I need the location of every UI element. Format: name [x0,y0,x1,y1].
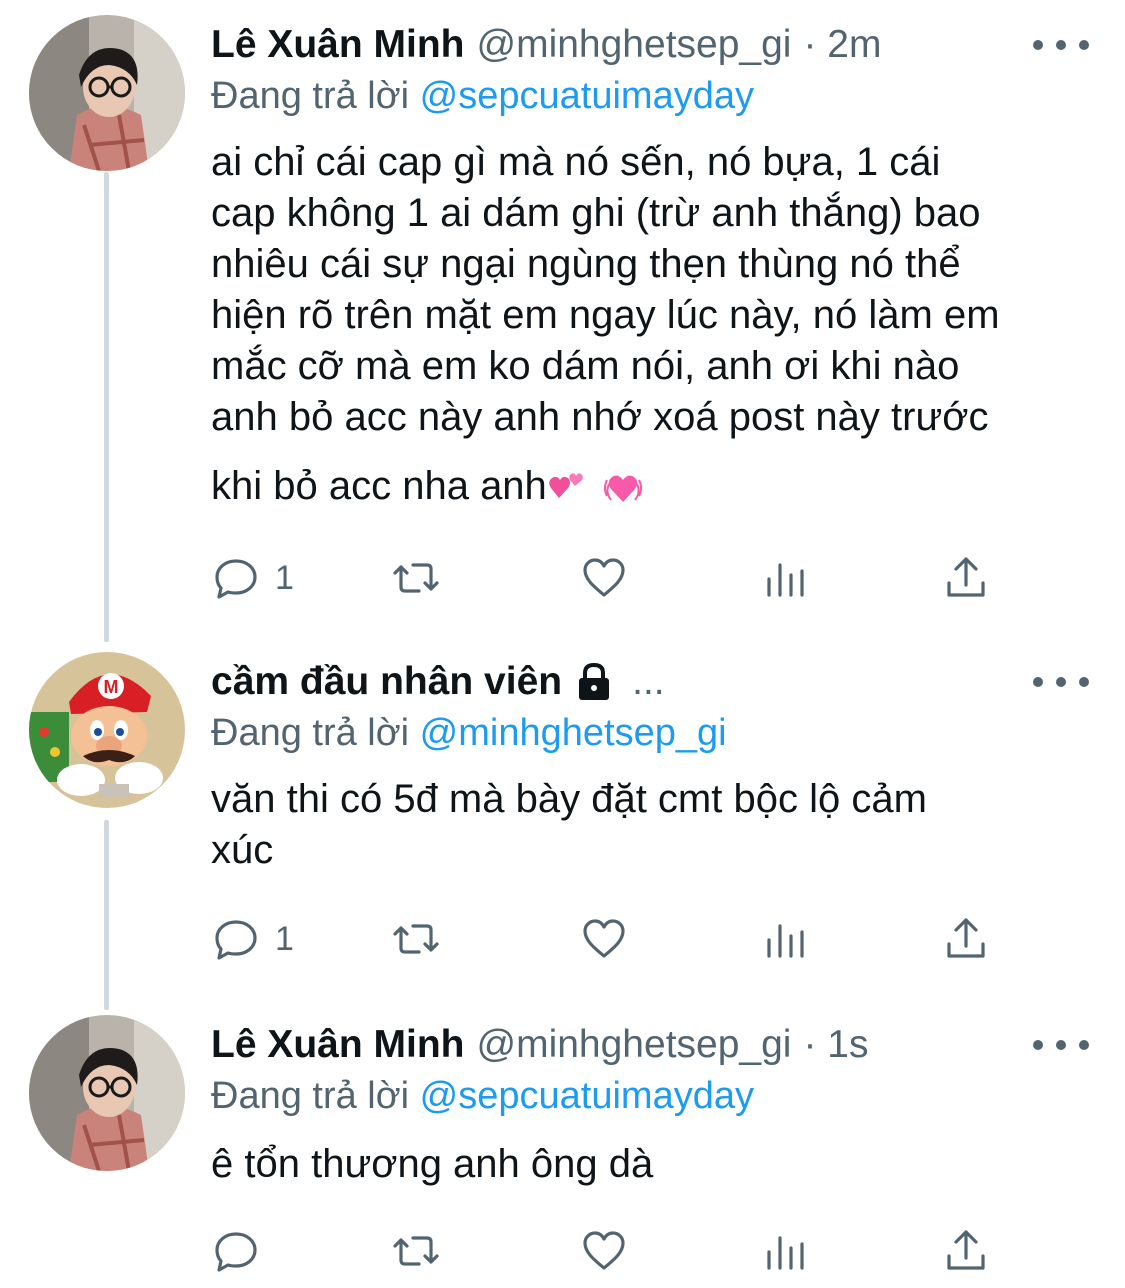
like-icon [583,558,625,597]
replying-label: Đang trả lời [211,1075,410,1117]
replying-to: Đang trả lời @sepcuatuimayday [211,75,754,118]
retweet-icon [393,1236,439,1266]
text-line: mắc cỡ mà em ko dám nói, anh ơi khi nào [211,344,960,388]
display-name[interactable]: Lê Xuân Minh [211,1023,465,1067]
tweet-actions [211,1226,1011,1276]
retweet-button[interactable] [391,914,441,964]
tweet-actions: 1 [211,553,1011,603]
text-line: xúc [211,828,274,872]
analytics-button[interactable] [761,553,811,603]
tweet-text: ai chỉ cái cap gì mà nó sến, nó bựa, 1 c… [211,137,1000,512]
analytics-button[interactable] [761,914,811,964]
reply-count: 1 [275,558,294,597]
text-line: văn thi có 5đ mà bày đặt cmt bộc lộ cảm [211,777,927,821]
tweet[interactable]: Lê Xuân Minh @minhghetsep_gi · 1s Đang t… [0,1015,1125,1288]
like-button[interactable] [579,1226,629,1276]
tweet[interactable]: Lê Xuân Minh @minhghetsep_gi · 2m Đang t… [0,15,1125,615]
timestamp[interactable]: · 1s [803,1023,868,1067]
replying-to-mention[interactable]: @minhghetsep_gi [420,712,727,754]
display-name[interactable]: Lê Xuân Minh [211,23,465,67]
growing-heart-icon [603,475,642,503]
share-button[interactable] [941,914,991,964]
tweet-text: ê tổn thương anh ông dà [211,1139,653,1190]
reply-button[interactable]: 1 [211,914,294,964]
text-line: nhiêu cái sự ngại ngùng thẹn thùng nó th… [211,242,961,286]
reply-button[interactable] [211,1226,261,1276]
text-line: khi bỏ acc nha anh [211,464,547,508]
like-button[interactable] [579,914,629,964]
analytics-icon [767,924,804,958]
share-icon [947,918,985,958]
display-name[interactable]: cầm đầu nhân viên [211,660,562,704]
reply-icon [215,920,257,960]
avatar[interactable] [29,1015,185,1171]
timestamp[interactable]: · 2m [803,23,881,67]
share-button[interactable] [941,553,991,603]
analytics-button[interactable] [761,1226,811,1276]
retweet-button[interactable] [391,553,441,603]
tweet-actions: 1 [211,914,1011,964]
replying-to: Đang trả lời @sepcuatuimayday [211,1075,754,1118]
tweet[interactable]: M cầm đầu nhân viên ... Đang trả lời @mi… [0,652,1125,992]
share-button[interactable] [941,1226,991,1276]
analytics-icon [767,1236,804,1270]
analytics-icon [767,563,804,597]
avatar[interactable] [29,15,185,171]
replying-label: Đang trả lời [211,75,410,117]
avatar[interactable]: M [29,652,185,808]
replying-to-mention[interactable]: @sepcuatuimayday [420,1075,754,1117]
text-line: ai chỉ cái cap gì mà nó sến, nó bựa, 1 c… [211,140,941,184]
text-line-last: khi bỏ acc nha anh [211,461,1000,512]
share-icon [947,557,985,597]
two-hearts-icon [549,473,583,499]
user-handle[interactable]: @minhghetsep_gi [477,23,792,67]
text-line: hiện rõ trên mặt em ngay lúc này, nó làm… [211,293,1000,337]
retweet-icon [393,563,439,593]
tweet-text: văn thi có 5đ mà bày đặt cmt bộc lộ cảm … [211,774,927,876]
user-handle[interactable]: @minhghetsep_gi [477,1023,792,1067]
truncated-ellipsis: ... [632,660,665,703]
replying-label: Đang trả lời [211,712,410,754]
like-button[interactable] [579,553,629,603]
replying-to: Đang trả lời @minhghetsep_gi [211,712,727,755]
reply-icon [215,559,257,599]
replying-to-mention[interactable]: @sepcuatuimayday [420,75,754,117]
lock-icon [579,662,610,700]
reply-button[interactable]: 1 [211,553,294,603]
text-line: anh bỏ acc này anh nhớ xoá post này trướ… [211,395,989,439]
reply-count: 1 [275,919,294,958]
text-line: ê tổn thương anh ông dà [211,1142,654,1186]
svg-text:M: M [104,677,119,697]
reply-icon [215,1232,257,1272]
retweet-icon [393,924,439,954]
retweet-button[interactable] [391,1226,441,1276]
more-options-icon[interactable] [1033,1031,1089,1059]
more-options-icon[interactable] [1033,668,1089,696]
text-line: cap không 1 ai dám ghi (trừ anh thắng) b… [211,191,981,235]
share-icon [947,1230,985,1270]
like-icon [583,919,625,958]
like-icon [583,1231,625,1270]
more-options-icon[interactable] [1033,31,1089,59]
